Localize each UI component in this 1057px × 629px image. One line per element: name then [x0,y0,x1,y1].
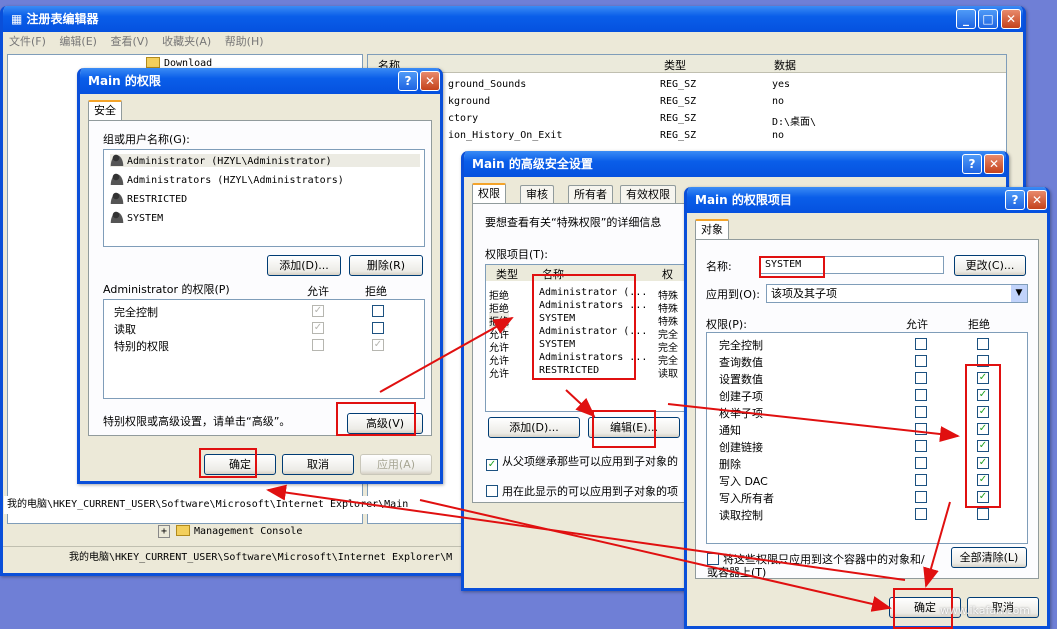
annotation-arrows [266,317,960,612]
arrow-entry-ok-to-ok [266,484,906,581]
arrow-advanced-to-names [379,317,514,393]
arrow-ok-to-entry-ok [419,499,892,612]
arrow-deny-to-ok [923,501,951,588]
arrow-edit-to-deny [667,403,960,442]
watermark: www.ikafan.com [940,604,1031,617]
arrow-names-to-edit [565,389,596,418]
